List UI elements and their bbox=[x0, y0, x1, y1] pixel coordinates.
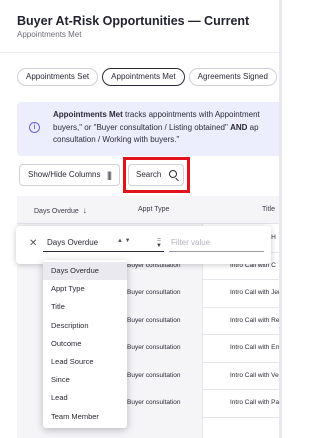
chevron-down-icon: ▼ bbox=[156, 243, 162, 249]
info-banner-text: Appointments Met tracks appointments wit… bbox=[53, 109, 282, 147]
cell-appt-type: Buyer consultation bbox=[127, 344, 181, 351]
show-hide-columns-button[interactable]: Show/Hide Columns ||| bbox=[19, 164, 120, 186]
info-line-2-bold: AND bbox=[230, 122, 248, 132]
column-option[interactable]: Title bbox=[43, 298, 127, 316]
page-title: Buyer At-Risk Opportunities — Current bbox=[17, 14, 250, 28]
column-option[interactable]: Team Member bbox=[43, 408, 127, 426]
sort-down-icon: ↓ bbox=[82, 206, 87, 215]
column-options-dropdown: Days Overdue Appt Type Title Description Out… bbox=[43, 260, 127, 428]
filter-column-select[interactable]: Days Overdue ▲ ▼ bbox=[43, 234, 164, 252]
columns-icon: ||| bbox=[106, 170, 112, 180]
info-icon: i bbox=[29, 122, 40, 133]
row-divider bbox=[202, 334, 282, 335]
column-option[interactable]: Appt Type bbox=[43, 280, 127, 298]
row-divider bbox=[202, 361, 282, 363]
header-divider bbox=[0, 52, 282, 53]
page: Buyer At-Risk Opportunities — Current Ap… bbox=[0, 0, 282, 438]
info-line-2b: ap bbox=[247, 122, 259, 132]
column-option[interactable]: Lead bbox=[43, 389, 127, 407]
column-option[interactable]: Since bbox=[43, 371, 127, 389]
page-scrollbar[interactable] bbox=[279, 0, 282, 438]
cell-appt-type: Buyer consultation bbox=[127, 289, 181, 296]
column-option[interactable]: Description bbox=[43, 317, 127, 335]
cell-title[interactable]: Intro Call with Ve bbox=[230, 372, 279, 379]
cell-title[interactable]: Intro Call with Pa bbox=[230, 399, 279, 406]
cell-appt-type: Buyer consultation bbox=[127, 399, 181, 406]
column-header-appt-type[interactable]: Appt Type bbox=[138, 206, 169, 213]
grid-header: Days Overdue ↓ Appt Type Title bbox=[17, 196, 282, 224]
cell-title[interactable]: Intro Call with Reg bbox=[230, 317, 282, 324]
filter-panel: ✕ Days Overdue ▲ ▼ = ▼ bbox=[16, 226, 271, 264]
cell-appt-type: Buyer consultation bbox=[127, 316, 181, 324]
info-line-2a: buyers," or "Buyer consultation / Listin… bbox=[53, 122, 231, 132]
info-line-3: consultation / Working with buyers." bbox=[53, 135, 180, 144]
search-highlight-box bbox=[123, 157, 190, 193]
tab-appointments-met[interactable]: Appointments Met bbox=[102, 68, 185, 86]
days-overdue-header-label: Days Overdue bbox=[34, 208, 79, 215]
row-divider bbox=[202, 416, 282, 418]
column-header-title[interactable]: Title bbox=[262, 206, 275, 213]
row-divider bbox=[202, 279, 282, 280]
tab-bar: Appointments Set Appointments Met Agreem… bbox=[17, 68, 282, 86]
close-filter-icon[interactable]: ✕ bbox=[29, 238, 37, 249]
column-option[interactable]: Days Overdue bbox=[43, 262, 127, 280]
show-hide-columns-label: Show/Hide Columns bbox=[28, 170, 101, 179]
tab-appointments-set[interactable]: Appointments Set bbox=[17, 68, 99, 86]
column-header-days-overdue[interactable]: Days Overdue ↓ bbox=[34, 206, 87, 215]
row-divider bbox=[202, 306, 282, 308]
info-line-1: tracks appointments with Appointment bbox=[122, 110, 260, 119]
sort-arrows-icon: ▲ ▼ bbox=[117, 238, 131, 244]
column-option[interactable]: Lead Source bbox=[43, 353, 127, 371]
cell-title[interactable]: Intro Call with Emory D bbox=[230, 344, 282, 351]
info-banner: i Appointments Met tracks appointments w… bbox=[17, 102, 282, 156]
column-option[interactable]: Outcome bbox=[43, 335, 127, 353]
cell-appt-type: Buyer consultation bbox=[127, 371, 181, 379]
filter-value-input[interactable] bbox=[169, 234, 264, 252]
filter-column-value: Days Overdue bbox=[47, 238, 99, 247]
page-subtitle: Appointments Met bbox=[17, 30, 82, 39]
cell-title[interactable]: Intro Call with Jen bbox=[230, 289, 282, 296]
info-bold-label: Appointments Met bbox=[53, 110, 123, 119]
row-divider bbox=[202, 389, 282, 390]
tab-agreements-signed[interactable]: Agreements Signed bbox=[188, 68, 277, 86]
